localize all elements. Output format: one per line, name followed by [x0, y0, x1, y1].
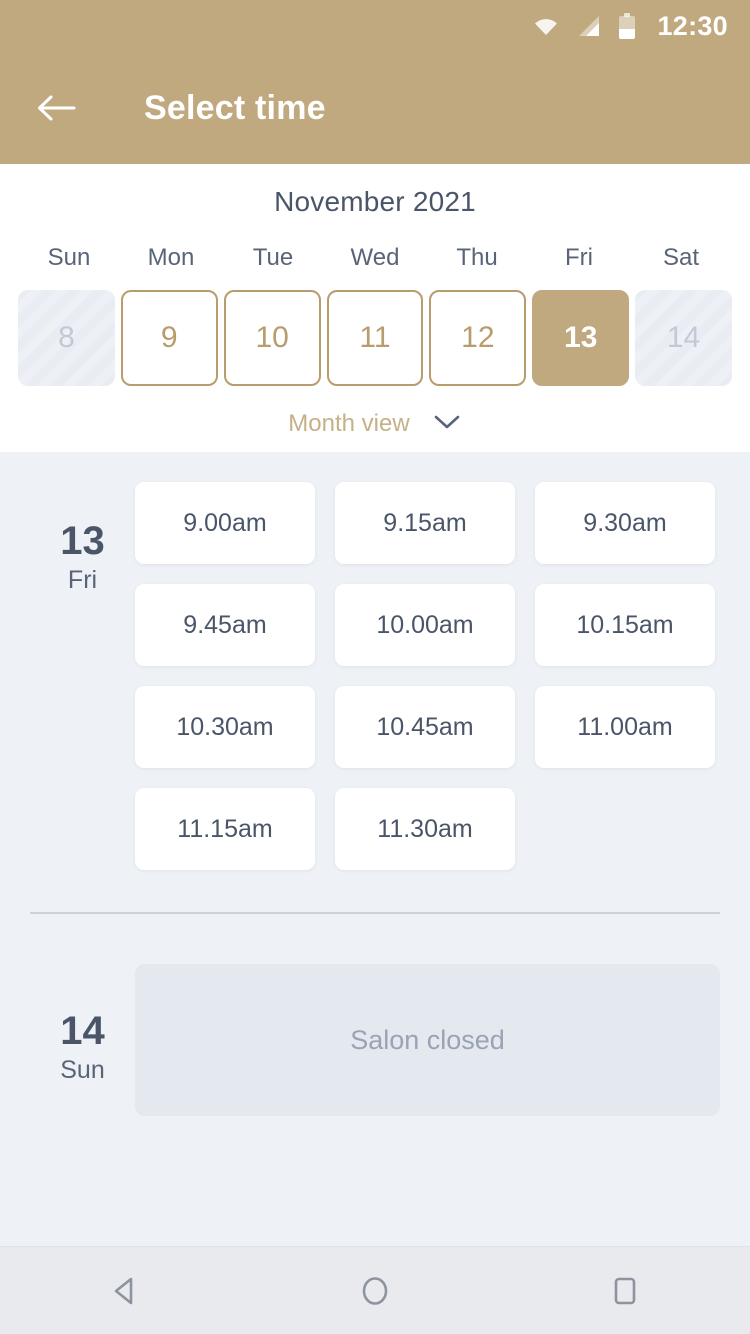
time-slot[interactable]: 11.00am — [535, 686, 715, 768]
time-slot[interactable]: 10.45am — [335, 686, 515, 768]
schedule-day-group: 13 Fri 9.00am 9.15am 9.30am 9.45am 10.00… — [0, 452, 750, 870]
weekday-label: Wed — [350, 244, 400, 271]
weekday-label: Mon — [147, 244, 195, 271]
time-slot[interactable]: 9.00am — [135, 482, 315, 564]
time-slot[interactable]: 11.30am — [335, 788, 515, 870]
weekday-label: Fri — [565, 244, 593, 271]
calendar-day-12[interactable]: 12 — [429, 290, 527, 386]
month-view-toggle-label: Month view — [288, 410, 410, 437]
schedule-day-weekday: Sun — [60, 1056, 105, 1084]
app-bar: Select time — [0, 52, 750, 164]
calendar-day-13[interactable]: 13 — [532, 290, 630, 386]
schedule-day-number: 13 — [60, 519, 105, 563]
page-title: Select time — [144, 88, 326, 127]
schedule-day-weekday: Fri — [67, 566, 98, 594]
salon-closed-banner: Salon closed — [135, 964, 720, 1116]
calendar-day-8: 8 — [18, 290, 115, 386]
calendar-panel: November 2021 Sun Mon Tue Wed Thu Fri Sa… — [0, 164, 750, 452]
calendar-day-row: 8 9 10 11 12 13 14 — [0, 290, 750, 386]
back-nav-button[interactable] — [80, 1256, 170, 1326]
chevron-down-icon — [432, 413, 462, 436]
weekday-label: Sat — [662, 244, 700, 271]
home-nav-button[interactable] — [330, 1256, 420, 1326]
schedule-day-group: 14 Sun Salon closed — [0, 914, 750, 1116]
calendar-day-10[interactable]: 10 — [223, 290, 321, 386]
calendar-day-11[interactable]: 11 — [326, 290, 424, 386]
arrow-left-icon — [38, 95, 76, 121]
schedule-list[interactable]: 13 Fri 9.00am 9.15am 9.30am 9.45am 10.00… — [0, 452, 750, 1246]
recents-nav-button[interactable] — [580, 1256, 670, 1326]
time-slot-grid: 9.00am 9.15am 9.30am 9.45am 10.00am 10.1… — [135, 482, 720, 870]
status-icon-group: 12:30 — [531, 11, 728, 42]
month-view-toggle[interactable]: Month view — [0, 410, 750, 438]
time-slot[interactable]: 9.30am — [535, 482, 715, 564]
status-clock: 12:30 — [657, 10, 728, 41]
calendar-day-9[interactable]: 9 — [120, 290, 218, 386]
schedule-day-number: 14 — [60, 1009, 105, 1053]
back-nav-icon — [114, 1277, 133, 1304]
time-slot[interactable]: 10.00am — [335, 584, 515, 666]
calendar-month-title: November 2021 — [274, 186, 476, 217]
home-nav-icon — [362, 1276, 388, 1305]
back-button[interactable] — [33, 85, 79, 131]
calendar-day-14: 14 — [635, 290, 732, 386]
time-slot[interactable]: 11.15am — [135, 788, 315, 870]
schedule-day-label: 13 Fri — [30, 482, 135, 870]
schedule-day-label: 14 Sun — [30, 964, 135, 1116]
time-slot[interactable]: 9.15am — [335, 482, 515, 564]
weekday-label: Tue — [252, 244, 294, 271]
phone-screen: 12:30 Select time November 2021 Sun Mon … — [0, 0, 750, 1334]
time-slot[interactable]: 10.15am — [535, 584, 715, 666]
cellular-signal-icon — [577, 14, 603, 38]
recents-nav-icon — [614, 1277, 636, 1304]
battery-icon — [619, 13, 636, 39]
wifi-icon — [531, 15, 561, 37]
weekday-label: Thu — [456, 244, 498, 271]
calendar-weekday-header: Sun Mon Tue Wed Thu Fri Sat — [0, 244, 750, 272]
status-bar: 12:30 — [0, 0, 750, 52]
weekday-label: Sun — [47, 244, 91, 271]
android-nav-bar — [0, 1246, 750, 1334]
time-slot[interactable]: 9.45am — [135, 584, 315, 666]
time-slot[interactable]: 10.30am — [135, 686, 315, 768]
